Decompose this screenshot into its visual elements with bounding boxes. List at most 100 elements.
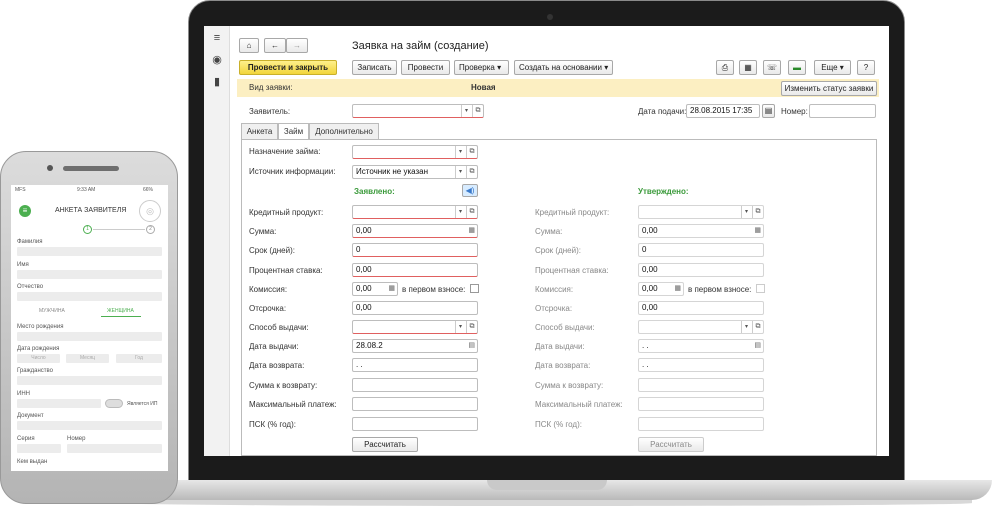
approved-rate-field[interactable]: 0,00 xyxy=(638,263,764,277)
open-icon[interactable]: ⧉ xyxy=(466,166,477,178)
approved-max-payment-field[interactable] xyxy=(638,397,764,411)
print-icon[interactable]: ⎙ xyxy=(716,60,734,75)
calculate-button[interactable]: Рассчитать xyxy=(352,437,418,452)
gender-male[interactable]: МУЖЧИНА xyxy=(39,308,65,315)
calculator-icon[interactable]: ▦ xyxy=(468,225,475,237)
open-icon[interactable]: ⧉ xyxy=(752,321,763,333)
menu-icon[interactable]: ≡ xyxy=(19,205,31,217)
dropdown-arrow-icon[interactable]: ▾ xyxy=(455,206,465,218)
camera-icon[interactable]: ◎ xyxy=(139,200,161,222)
calculator-icon[interactable]: ▦ xyxy=(674,283,681,295)
date-label: Дата подачи: xyxy=(638,107,687,116)
product-field[interactable]: ▾ ⧉ xyxy=(352,205,478,219)
number-field[interactable] xyxy=(809,104,876,118)
issue-date-field[interactable]: 28.08.2 ▤ xyxy=(352,339,478,353)
post-button[interactable]: Провести xyxy=(401,60,450,75)
speaker-icon[interactable]: ◀) xyxy=(462,184,478,197)
source-field[interactable]: Источник не указан ▾ ⧉ xyxy=(352,165,478,179)
return-sum-field[interactable] xyxy=(352,378,478,392)
post-close-button[interactable]: Провести и закрыть xyxy=(239,60,337,75)
issue-method-field[interactable]: ▾ ⧉ xyxy=(352,320,478,334)
purpose-field[interactable]: ▾ ⧉ xyxy=(352,145,478,159)
help-button[interactable]: ? xyxy=(857,60,875,75)
search-history-icon[interactable]: ◉ xyxy=(211,54,223,66)
year-field[interactable]: Год xyxy=(116,354,162,363)
open-icon[interactable]: ⧉ xyxy=(752,206,763,218)
calendar-icon[interactable]: ▤ xyxy=(762,104,775,118)
name-field[interactable] xyxy=(17,270,162,279)
max-payment-field[interactable] xyxy=(352,397,478,411)
birthplace-field[interactable] xyxy=(17,332,162,341)
approved-amount-field[interactable]: 0,00 ▦ xyxy=(638,224,764,238)
open-icon[interactable]: ⧉ xyxy=(472,105,483,117)
approved-psk-field[interactable] xyxy=(638,417,764,431)
money-icon[interactable]: ▬ xyxy=(788,60,806,75)
reports-icon[interactable]: ▮ xyxy=(211,76,223,88)
amount-field[interactable]: 0,00 ▦ xyxy=(352,224,478,238)
return-date-field[interactable]: . . xyxy=(352,358,478,372)
dropdown-arrow-icon[interactable]: ▾ xyxy=(741,321,751,333)
approved-term-field[interactable]: 0 xyxy=(638,243,764,257)
day-field[interactable]: Число xyxy=(17,354,60,363)
dropdown-arrow-icon[interactable]: ▾ xyxy=(461,105,471,117)
rate-value: 0,00 xyxy=(356,265,372,274)
dropdown-arrow-icon[interactable]: ▾ xyxy=(455,146,465,158)
approved-first-payment-checkbox[interactable] xyxy=(756,284,765,293)
approved-return-date-field[interactable]: . . xyxy=(638,358,764,372)
approved-deferment-field[interactable]: 0,00 xyxy=(638,301,764,315)
series-field[interactable] xyxy=(17,444,61,453)
approved-product-field[interactable]: ▾ ⧉ xyxy=(638,205,764,219)
commission-field[interactable]: 0,00 ▦ xyxy=(352,282,398,296)
approved-commission-field[interactable]: 0,00 ▦ xyxy=(638,282,684,296)
back-button[interactable]: ← xyxy=(264,38,286,53)
inn-label: ИНН xyxy=(17,391,30,397)
gender-female[interactable]: ЖЕНЩИНА xyxy=(107,308,134,315)
surname-field[interactable] xyxy=(17,247,162,256)
approved-return-sum-field[interactable] xyxy=(638,378,764,392)
tab-loan[interactable]: Займ xyxy=(278,123,309,140)
calculator-icon[interactable]: ▦ xyxy=(739,60,757,75)
calendar-icon[interactable]: ▤ xyxy=(468,340,475,352)
step-2[interactable]: 2 xyxy=(146,225,155,234)
calculator-icon[interactable]: ▦ xyxy=(754,225,761,237)
date-field[interactable]: 28.08.2015 17:35 xyxy=(686,104,760,118)
approved-issue-method-field[interactable]: ▾ ⧉ xyxy=(638,320,764,334)
approved-calculate-button[interactable]: Рассчитать xyxy=(638,437,704,452)
step-1[interactable]: 1 xyxy=(83,225,92,234)
dropdown-arrow-icon[interactable]: ▾ xyxy=(455,166,465,178)
approved-amount-label: Сумма: xyxy=(535,227,563,236)
tab-anketa[interactable]: Анкета xyxy=(241,123,278,139)
patronymic-field[interactable] xyxy=(17,292,162,301)
deferment-field[interactable]: 0,00 xyxy=(352,301,478,315)
rate-field[interactable]: 0,00 xyxy=(352,263,478,277)
menu-icon[interactable]: ≡ xyxy=(211,32,223,44)
declared-heading: Заявлено: xyxy=(354,187,395,196)
forward-button[interactable]: → xyxy=(286,38,308,53)
check-dropdown[interactable]: Проверка ▾ xyxy=(454,60,509,75)
calculator-icon[interactable]: ▦ xyxy=(388,283,395,295)
dropdown-arrow-icon[interactable]: ▾ xyxy=(455,321,465,333)
document-field[interactable] xyxy=(17,421,162,430)
open-icon[interactable]: ⧉ xyxy=(466,206,477,218)
citizenship-field[interactable] xyxy=(17,376,162,385)
month-field[interactable]: Месяц xyxy=(66,354,109,363)
applicant-field[interactable]: ▾ ⧉ xyxy=(352,104,484,118)
is-ip-toggle[interactable] xyxy=(105,399,123,408)
change-status-button[interactable]: Изменить статус заявки xyxy=(781,81,877,96)
dropdown-arrow-icon[interactable]: ▾ xyxy=(741,206,751,218)
more-dropdown[interactable]: Еще ▾ xyxy=(814,60,851,75)
open-icon[interactable]: ⧉ xyxy=(466,146,477,158)
first-payment-checkbox[interactable] xyxy=(470,284,479,293)
tab-additional[interactable]: Дополнительно xyxy=(309,123,379,139)
phone-icon[interactable]: ☏ xyxy=(763,60,781,75)
term-field[interactable]: 0 xyxy=(352,243,478,257)
approved-issue-date-field[interactable]: . . ▤ xyxy=(638,339,764,353)
open-icon[interactable]: ⧉ xyxy=(466,321,477,333)
home-button[interactable]: ⌂ xyxy=(239,38,259,53)
create-based-dropdown[interactable]: Создать на основании ▾ xyxy=(514,60,613,75)
doc-number-field[interactable] xyxy=(67,444,162,453)
inn-field[interactable] xyxy=(17,399,101,408)
save-button[interactable]: Записать xyxy=(352,60,397,75)
calendar-icon[interactable]: ▤ xyxy=(754,340,761,352)
psk-field[interactable] xyxy=(352,417,478,431)
